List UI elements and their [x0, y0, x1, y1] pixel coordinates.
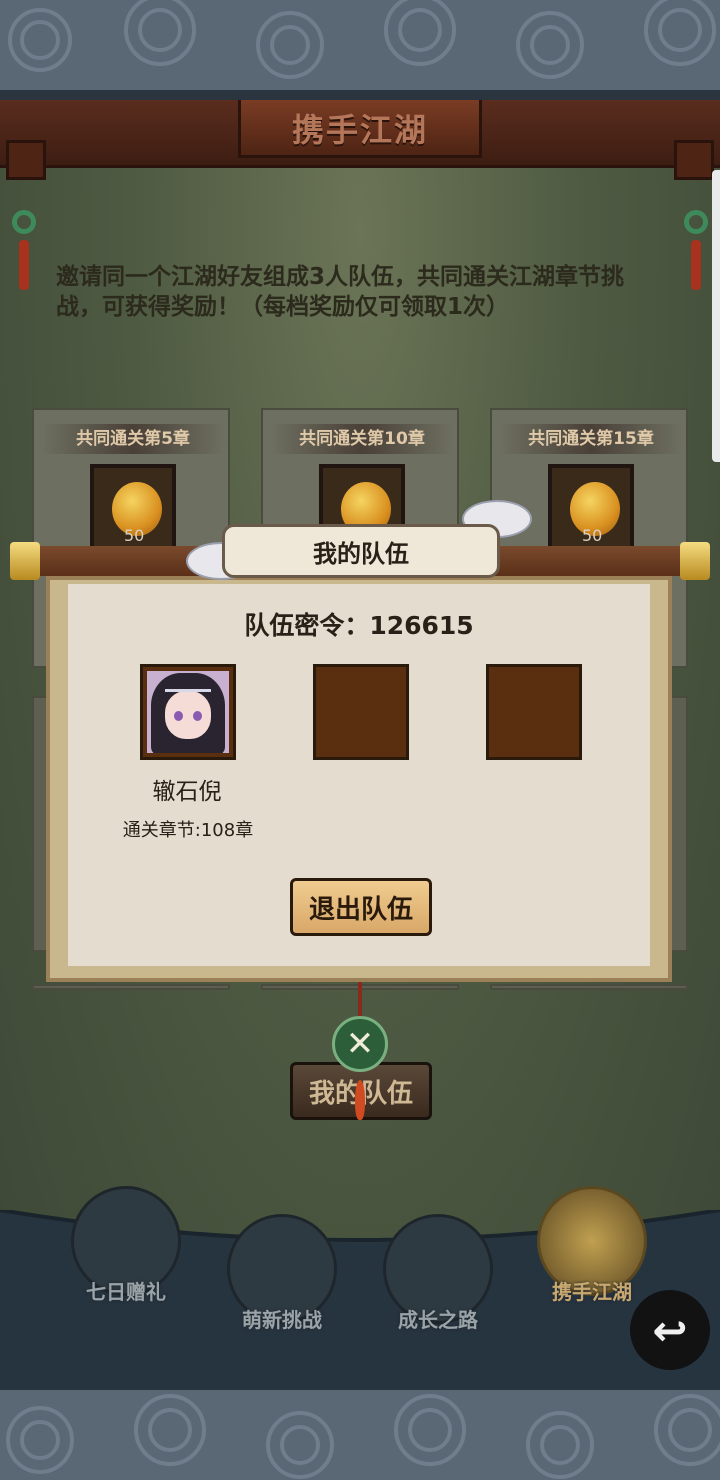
nav-label: 携手江湖	[552, 1280, 632, 1304]
corner-bracket-left	[6, 140, 46, 180]
leave-team-button[interactable]: 退出队伍	[290, 878, 432, 936]
nav-label: 成长之路	[398, 1308, 478, 1332]
reward-card-title: 共同通关第10章	[271, 424, 453, 454]
modal-title: 我的队伍	[313, 539, 409, 568]
close-x-icon[interactable]: ✕	[332, 1016, 388, 1072]
avatar	[147, 671, 229, 753]
title-plate: 携手江湖	[238, 100, 482, 158]
team-code: 队伍密令：126615	[244, 611, 474, 640]
scroll-cap-right	[680, 542, 710, 580]
reward-card-title: 共同通关第5章	[42, 424, 224, 454]
reward-card-hidden	[670, 696, 688, 952]
gourd-icon: 50	[90, 464, 176, 550]
nav-join-hands[interactable]: 携手江湖	[532, 1186, 652, 1304]
nav-newbie-challenge[interactable]: 萌新挑战	[222, 1214, 342, 1332]
reward-count: 50	[124, 526, 145, 545]
nav-seven-day-gift[interactable]: 七日赠礼	[66, 1186, 186, 1304]
nav-label: 萌新挑战	[242, 1308, 322, 1332]
scroll-cap-left	[10, 542, 40, 580]
modal-title-plate: 我的队伍	[222, 524, 500, 578]
member-progress: 通关章节:108章	[122, 820, 254, 841]
bottom-decor-band	[0, 1390, 720, 1480]
reward-count: 50	[582, 526, 603, 545]
team-slot-2[interactable]	[313, 664, 409, 760]
team-slot-3[interactable]	[486, 664, 582, 760]
gourd-icon: 50	[548, 464, 634, 550]
member-name: 辙石倪	[152, 779, 222, 805]
jade-pendant-left	[12, 210, 36, 330]
close-tassel	[355, 1080, 365, 1120]
event-description: 邀请同一个江湖好友组成3人队伍，共同通关江湖章节挑战，可获得奖励！（每档奖励仅可…	[56, 264, 625, 320]
reward-card-hidden	[490, 984, 688, 990]
nav-growth-path[interactable]: 成长之路	[378, 1214, 498, 1332]
top-decor-band	[0, 0, 720, 90]
team-slot-1[interactable]	[140, 664, 236, 760]
nav-label: 七日赠礼	[86, 1280, 166, 1304]
corner-bracket-right	[674, 140, 714, 180]
page-title: 携手江湖	[291, 110, 428, 149]
edge-handle[interactable]	[712, 170, 720, 462]
back-arrow-icon[interactable]: ↩	[630, 1290, 710, 1370]
jade-pendant-right	[684, 210, 708, 330]
close-cord	[358, 982, 362, 1018]
reward-card-hidden	[32, 984, 230, 990]
reward-card-title: 共同通关第15章	[500, 424, 682, 454]
